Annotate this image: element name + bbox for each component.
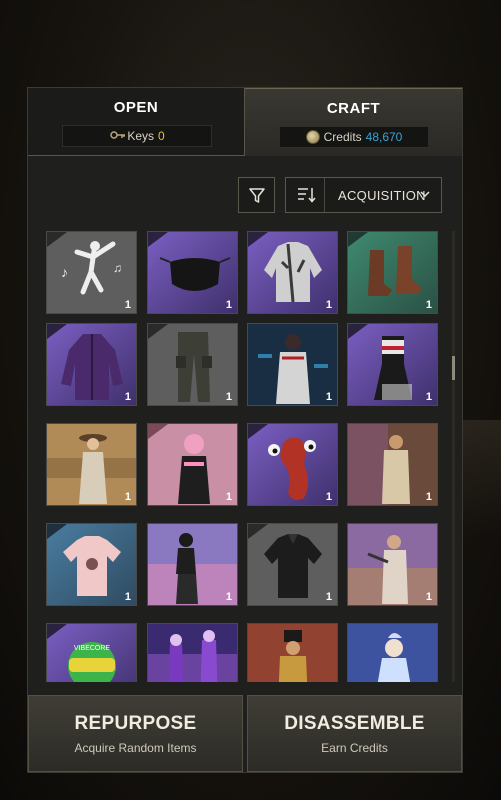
item-tile[interactable]: VIBECORE — [46, 623, 137, 682]
western-outfit-icon — [348, 424, 437, 505]
item-count: 1 — [425, 591, 432, 603]
coat-icon — [47, 324, 136, 405]
credits-coin-icon — [305, 130, 320, 144]
sort-icon — [286, 178, 325, 212]
item-count: 1 — [425, 391, 432, 403]
mask-icon — [148, 232, 237, 313]
item-tile[interactable] — [247, 623, 338, 682]
tab-craft[interactable]: CRAFT Credits 48,670 — [245, 88, 462, 156]
item-tile[interactable]: 1 — [247, 423, 338, 506]
item-tile[interactable]: 1 — [147, 231, 238, 314]
repurpose-subtitle: Acquire Random Items — [74, 741, 197, 755]
tab-open[interactable]: OPEN Keys 0 — [28, 88, 245, 156]
item-tile[interactable]: 1 — [347, 523, 438, 606]
neon-duo-icon — [148, 624, 237, 682]
item-count: 1 — [124, 391, 131, 403]
credits-label: Credits — [323, 130, 362, 144]
sort-label: ACQUISITION — [338, 188, 426, 203]
credits-amount: 48,670 — [365, 130, 403, 144]
keys-count: 0 — [158, 129, 165, 143]
item-tile[interactable]: 1 — [347, 231, 438, 314]
gunslinger-outfit-icon — [348, 524, 437, 605]
disassemble-button[interactable]: DISASSEMBLE Earn Credits — [247, 695, 462, 772]
item-tile[interactable]: 1 — [247, 323, 338, 406]
item-count: 1 — [325, 591, 332, 603]
item-tile[interactable]: 1 — [46, 423, 137, 506]
item-tile[interactable]: 1 — [46, 323, 137, 406]
scrollbar-thumb[interactable] — [452, 356, 455, 380]
item-tile[interactable]: ♪ ♫ 1 — [46, 231, 137, 314]
background-decor — [461, 420, 501, 540]
credits-display: Credits 48,670 — [279, 126, 429, 148]
item-grid: ♪ ♫ 1 1 1 1 1 1 1 1 1 1 1 1 1 1 1 1 VIBE… — [46, 231, 442, 682]
character-outfit-icon — [248, 324, 337, 405]
item-tile[interactable]: 1 — [46, 523, 137, 606]
showman-icon — [248, 624, 337, 682]
item-count: 1 — [225, 299, 232, 311]
item-count: 1 — [325, 391, 332, 403]
crate-panel: OPEN Keys 0 CRAFT Credits 48,670 ACQUISI… — [27, 87, 463, 773]
item-tile[interactable]: 1 — [147, 523, 238, 606]
item-tile[interactable]: 1 — [147, 423, 238, 506]
keys-label: Keys — [127, 129, 154, 143]
cowgirl-outfit-icon — [47, 424, 136, 505]
repurpose-button[interactable]: REPURPOSE Acquire Random Items — [28, 695, 243, 772]
item-count: 1 — [124, 299, 131, 311]
pink-outfit-icon — [148, 424, 237, 505]
street-outfit-icon — [148, 524, 237, 605]
item-count: 1 — [425, 491, 432, 503]
item-tile[interactable] — [347, 623, 438, 682]
item-tile[interactable]: 1 — [247, 523, 338, 606]
item-count: 1 — [325, 299, 332, 311]
princess-outfit-icon — [348, 624, 437, 682]
item-count: 1 — [425, 299, 432, 311]
item-count: 1 — [325, 491, 332, 503]
jacket-icon — [248, 232, 337, 313]
tshirt-icon — [47, 524, 136, 605]
dance-emote-icon: ♪ ♫ — [47, 232, 136, 313]
item-count: 1 — [225, 391, 232, 403]
boots-icon — [348, 232, 437, 313]
tab-open-label: OPEN — [113, 99, 159, 116]
svg-text:♪: ♪ — [61, 264, 68, 280]
item-tile[interactable]: 1 — [247, 231, 338, 314]
disassemble-title: DISASSEMBLE — [284, 713, 425, 734]
svg-text:♫: ♫ — [113, 261, 122, 275]
item-count: 1 — [225, 491, 232, 503]
shirt-icon — [248, 524, 337, 605]
item-tile[interactable]: 1 — [347, 423, 438, 506]
item-count: 1 — [124, 491, 131, 503]
tab-craft-label: CRAFT — [326, 100, 381, 117]
sort-dropdown[interactable]: ACQUISITION — [285, 177, 442, 213]
vibecore-icon: VIBECORE — [47, 624, 136, 682]
item-count: 1 — [124, 591, 131, 603]
item-tile[interactable]: 1 — [147, 323, 238, 406]
key-icon — [109, 126, 127, 146]
dress-icon — [348, 324, 437, 405]
filter-button[interactable] — [238, 177, 275, 213]
scrollbar-track[interactable] — [452, 231, 455, 682]
repurpose-title: REPURPOSE — [74, 713, 197, 734]
keys-display: Keys 0 — [62, 125, 212, 147]
creature-mask-icon — [248, 424, 337, 505]
item-tile[interactable] — [147, 623, 238, 682]
disassemble-subtitle: Earn Credits — [321, 741, 388, 755]
filter-icon — [249, 188, 265, 203]
item-tile[interactable]: 1 — [347, 323, 438, 406]
chevron-down-icon — [420, 191, 430, 198]
pants-icon — [148, 324, 237, 405]
item-count: 1 — [225, 591, 232, 603]
svg-text:VIBECORE: VIBECORE — [74, 645, 111, 652]
